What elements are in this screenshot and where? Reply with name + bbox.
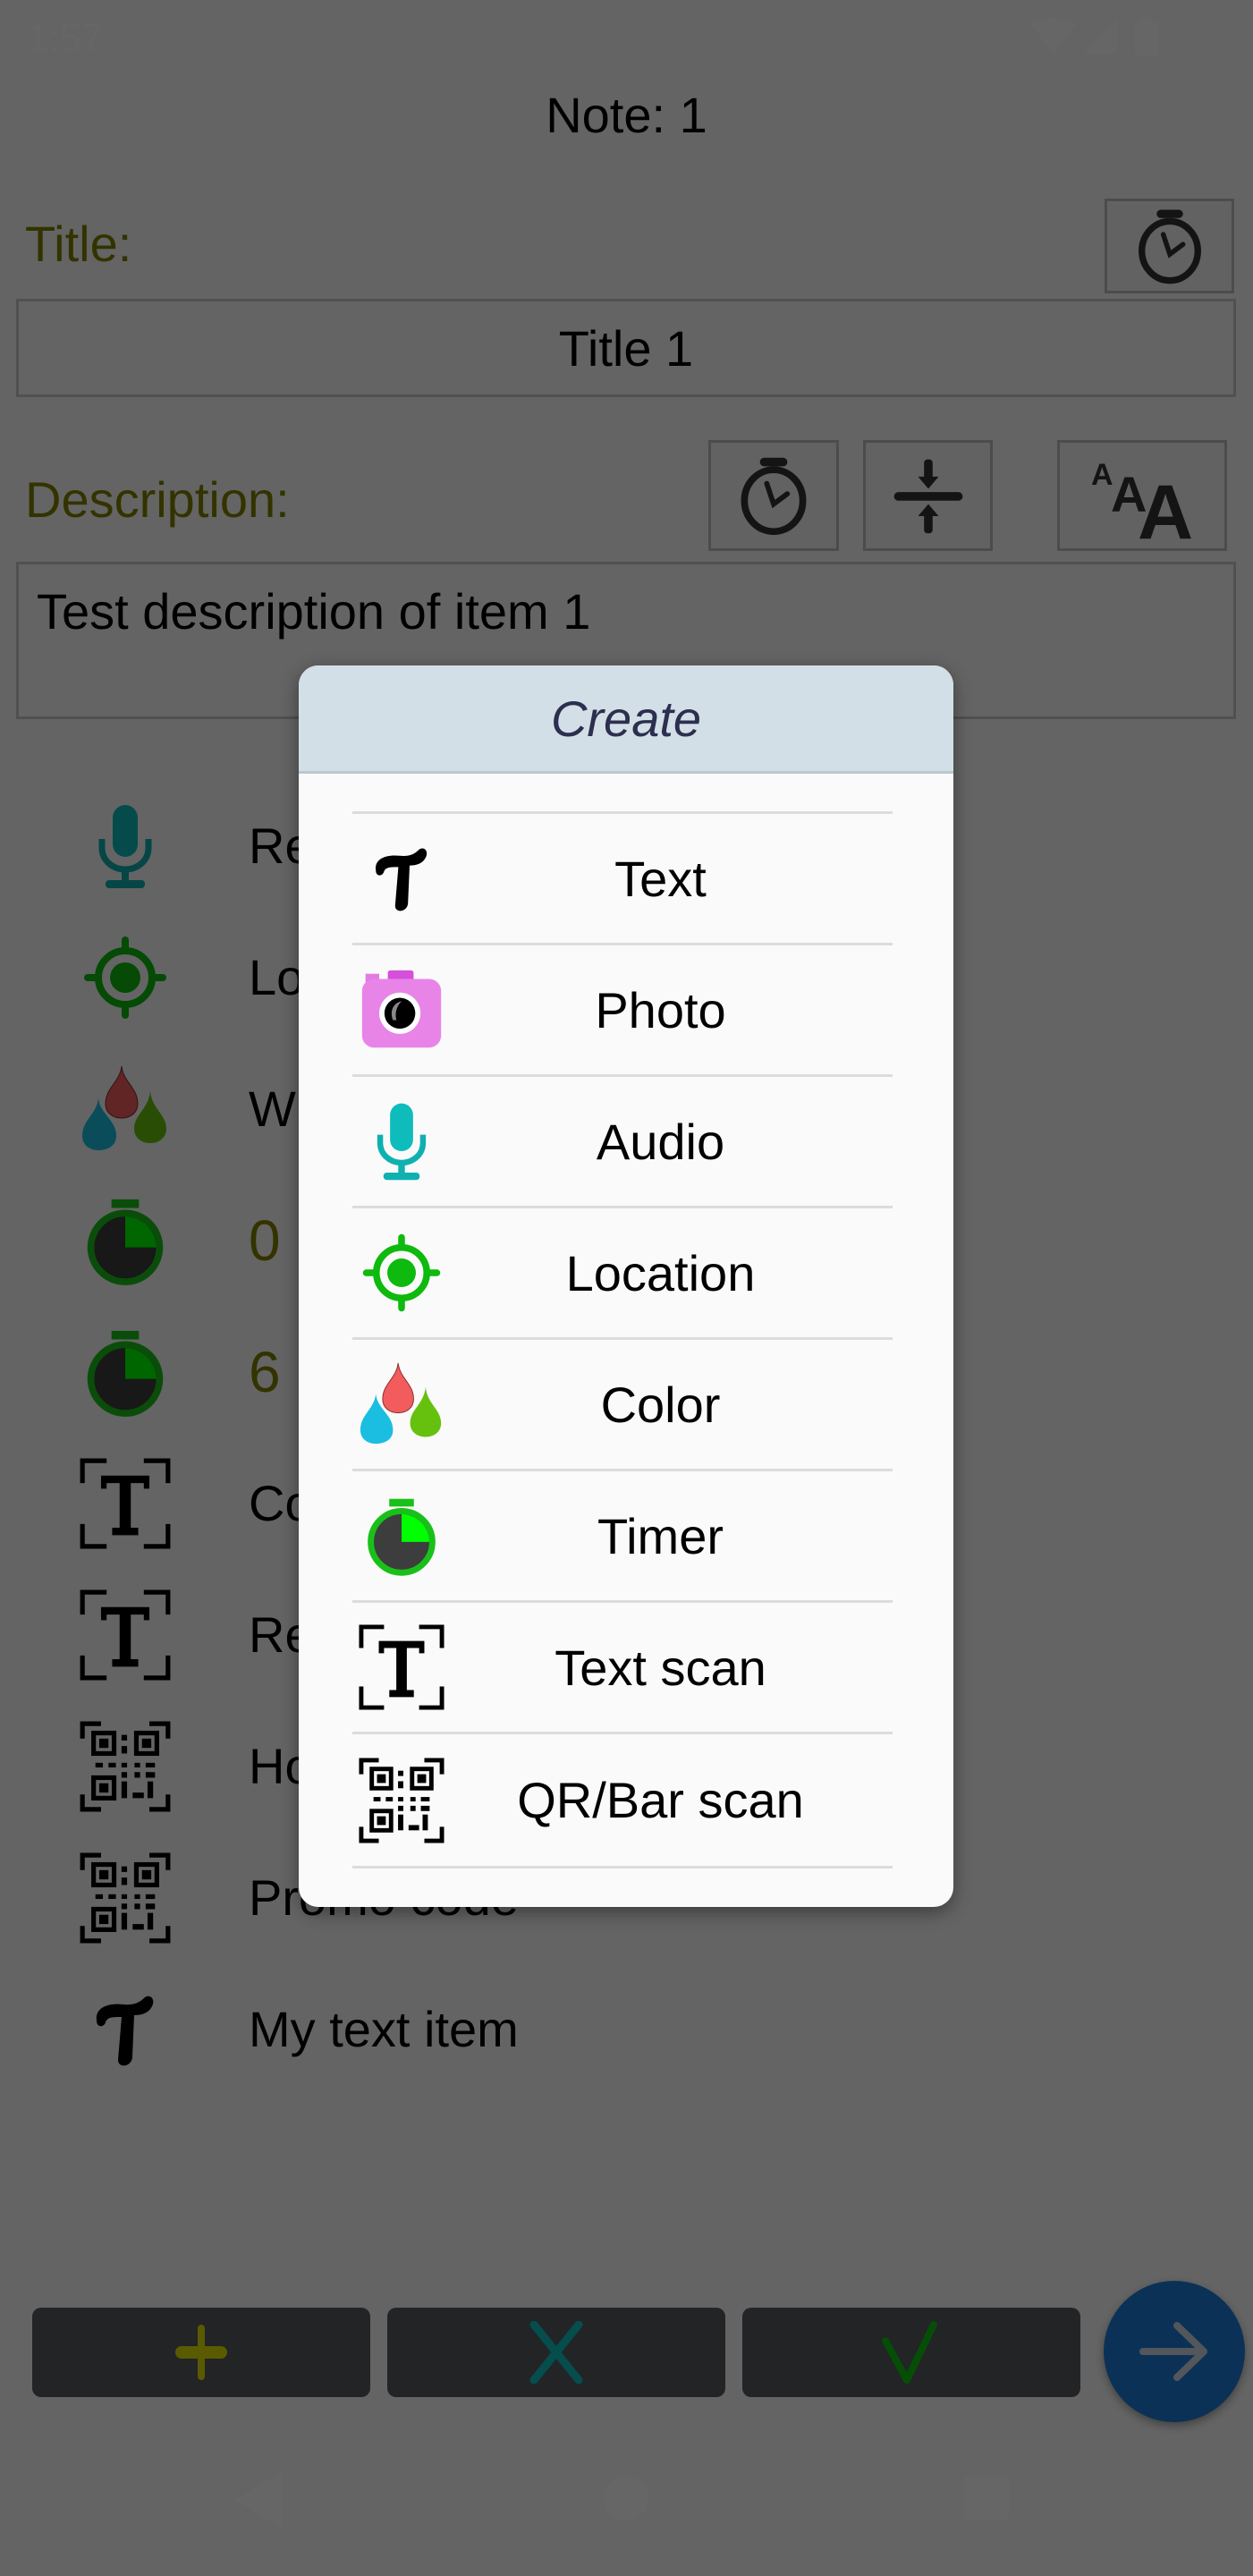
camera-icon bbox=[359, 967, 444, 1053]
timer-icon bbox=[363, 1494, 440, 1578]
microphone-icon bbox=[360, 1100, 443, 1182]
create-dialog: Create Text Photo Audio Location Color T… bbox=[299, 665, 953, 1907]
option-label: Timer bbox=[597, 1507, 724, 1564]
create-option-timer[interactable]: Timer bbox=[352, 1469, 893, 1600]
create-option-text-scan[interactable]: Text scan bbox=[352, 1600, 893, 1732]
qr-scan-icon bbox=[358, 1757, 445, 1844]
option-label: Audio bbox=[596, 1113, 725, 1170]
create-option-text[interactable]: Text bbox=[352, 811, 893, 943]
color-drops-icon bbox=[359, 1361, 444, 1447]
option-label: Text scan bbox=[555, 1639, 766, 1696]
create-option-audio[interactable]: Audio bbox=[352, 1074, 893, 1206]
option-label: Color bbox=[600, 1376, 721, 1433]
option-label: Location bbox=[565, 1244, 756, 1301]
option-label: Text bbox=[614, 850, 707, 907]
create-option-qr-scan[interactable]: QR/Bar scan bbox=[352, 1732, 893, 1866]
option-label: QR/Bar scan bbox=[517, 1772, 804, 1828]
dialog-divider bbox=[352, 1866, 893, 1868]
create-option-location[interactable]: Location bbox=[352, 1206, 893, 1337]
create-option-color[interactable]: Color bbox=[352, 1337, 893, 1469]
location-target-icon bbox=[360, 1231, 444, 1315]
create-option-photo[interactable]: Photo bbox=[352, 943, 893, 1074]
dialog-title: Create bbox=[299, 665, 953, 774]
option-label: Photo bbox=[595, 981, 726, 1038]
text-scan-icon bbox=[358, 1623, 445, 1711]
text-icon bbox=[361, 838, 442, 919]
